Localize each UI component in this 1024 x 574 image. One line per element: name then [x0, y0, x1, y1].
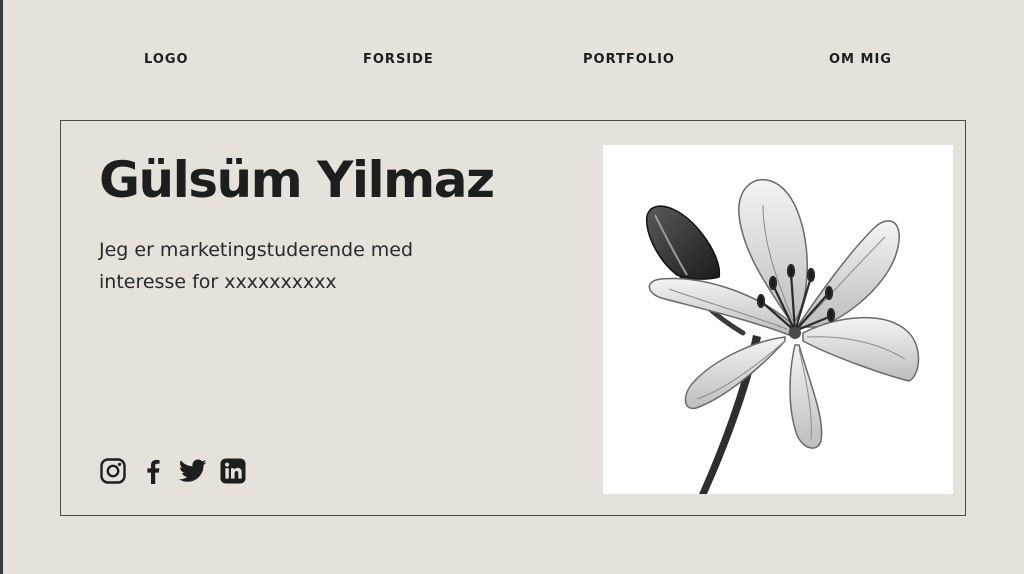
top-navigation: LOGO FORSIDE PORTFOLIO OM MIG	[0, 52, 1024, 76]
nav-item-forside[interactable]: FORSIDE	[363, 52, 434, 67]
social-links	[99, 457, 247, 485]
hero-name: Gülsüm Yilmaz	[99, 151, 495, 209]
hero-bio-line-1: Jeg er marketingstuderende med	[99, 239, 414, 261]
nav-item-portfolio[interactable]: PORTFOLIO	[583, 52, 675, 67]
instagram-icon[interactable]	[99, 457, 127, 485]
hero-bio: Jeg er marketingstuderende med interesse…	[99, 234, 479, 298]
hero-card: Gülsüm Yilmaz Jeg er marketingstuderende…	[60, 120, 966, 516]
nav-logo[interactable]: LOGO	[144, 52, 189, 67]
nav-item-om-mig[interactable]: OM MIG	[829, 52, 892, 67]
window-left-edge	[0, 0, 3, 574]
flower-photo	[603, 145, 953, 494]
twitter-icon[interactable]	[179, 457, 207, 485]
linkedin-icon[interactable]	[219, 457, 247, 485]
facebook-icon[interactable]	[139, 457, 167, 485]
hero-bio-line-2: interesse for xxxxxxxxxx	[99, 271, 337, 293]
